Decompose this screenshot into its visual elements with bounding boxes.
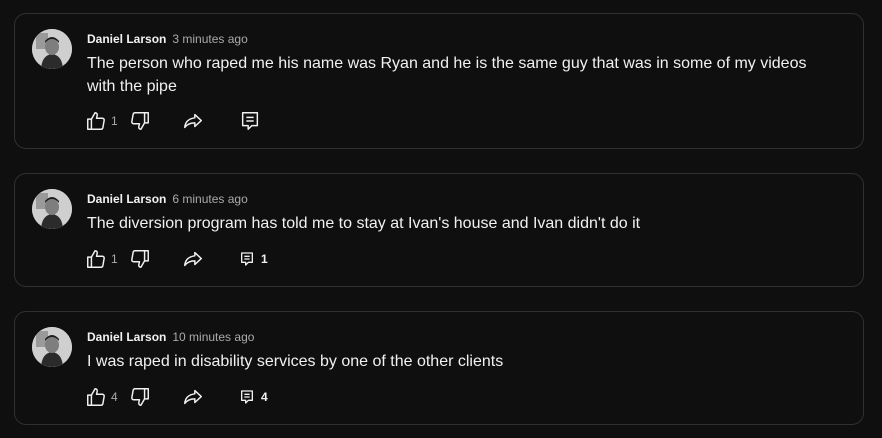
comment-header: Daniel Larson 6 minutes ago (87, 191, 248, 207)
comment-timestamp[interactable]: 6 minutes ago (172, 192, 247, 206)
avatar[interactable] (32, 327, 72, 367)
like-button[interactable]: 1 (85, 247, 118, 271)
avatar[interactable] (32, 189, 72, 229)
comment-card: Daniel Larson 10 minutes ago I was raped … (14, 311, 864, 425)
thumbs-up-icon (87, 112, 105, 130)
thumbs-up-icon (87, 250, 105, 268)
reply-comment-icon (241, 390, 253, 404)
comment-text: The diversion program has told me to sta… (87, 215, 641, 232)
comment-card: Daniel Larson 6 minutes ago The diversion… (14, 173, 864, 287)
avatar[interactable] (32, 29, 72, 69)
like-count: 1 (111, 252, 118, 266)
view-replies-button[interactable]: 4 (239, 385, 268, 409)
share-button[interactable] (181, 385, 205, 409)
comment-header: Daniel Larson 10 minutes ago (87, 329, 254, 345)
comment-text: I was raped in disability services by on… (87, 353, 504, 370)
avatar-image (32, 189, 72, 229)
comment-card: Daniel Larson 3 minutes ago The person wh… (14, 13, 864, 149)
reply-button[interactable] (239, 109, 267, 133)
share-arrow-icon (184, 389, 202, 405)
like-count: 4 (111, 390, 118, 404)
share-button[interactable] (181, 109, 205, 133)
comment-text: The person who raped me his name was Rya… (87, 55, 807, 95)
comment-author[interactable]: Daniel Larson (87, 330, 166, 344)
thumbs-down-icon (131, 112, 149, 130)
dislike-button[interactable] (129, 385, 151, 409)
comment-author[interactable]: Daniel Larson (87, 32, 166, 46)
thumbs-down-icon (131, 250, 149, 268)
like-count: 1 (111, 114, 118, 128)
share-arrow-icon (184, 113, 202, 129)
reply-count: 1 (261, 252, 268, 266)
comment-author[interactable]: Daniel Larson (87, 192, 166, 206)
dislike-button[interactable] (129, 247, 151, 271)
avatar-image (32, 29, 72, 69)
comment-timestamp[interactable]: 3 minutes ago (172, 32, 247, 46)
like-button[interactable]: 1 (85, 109, 118, 133)
thumbs-up-icon (87, 388, 105, 406)
reply-comment-icon (241, 112, 259, 130)
share-button[interactable] (181, 247, 205, 271)
avatar-image (32, 327, 72, 367)
comment-timestamp[interactable]: 10 minutes ago (172, 330, 254, 344)
share-arrow-icon (184, 251, 202, 267)
comment-header: Daniel Larson 3 minutes ago (87, 31, 248, 47)
reply-count: 4 (261, 390, 268, 404)
reply-comment-icon (241, 252, 253, 266)
like-button[interactable]: 4 (85, 385, 118, 409)
thumbs-down-icon (131, 388, 149, 406)
dislike-button[interactable] (129, 109, 151, 133)
view-replies-button[interactable]: 1 (239, 247, 268, 271)
